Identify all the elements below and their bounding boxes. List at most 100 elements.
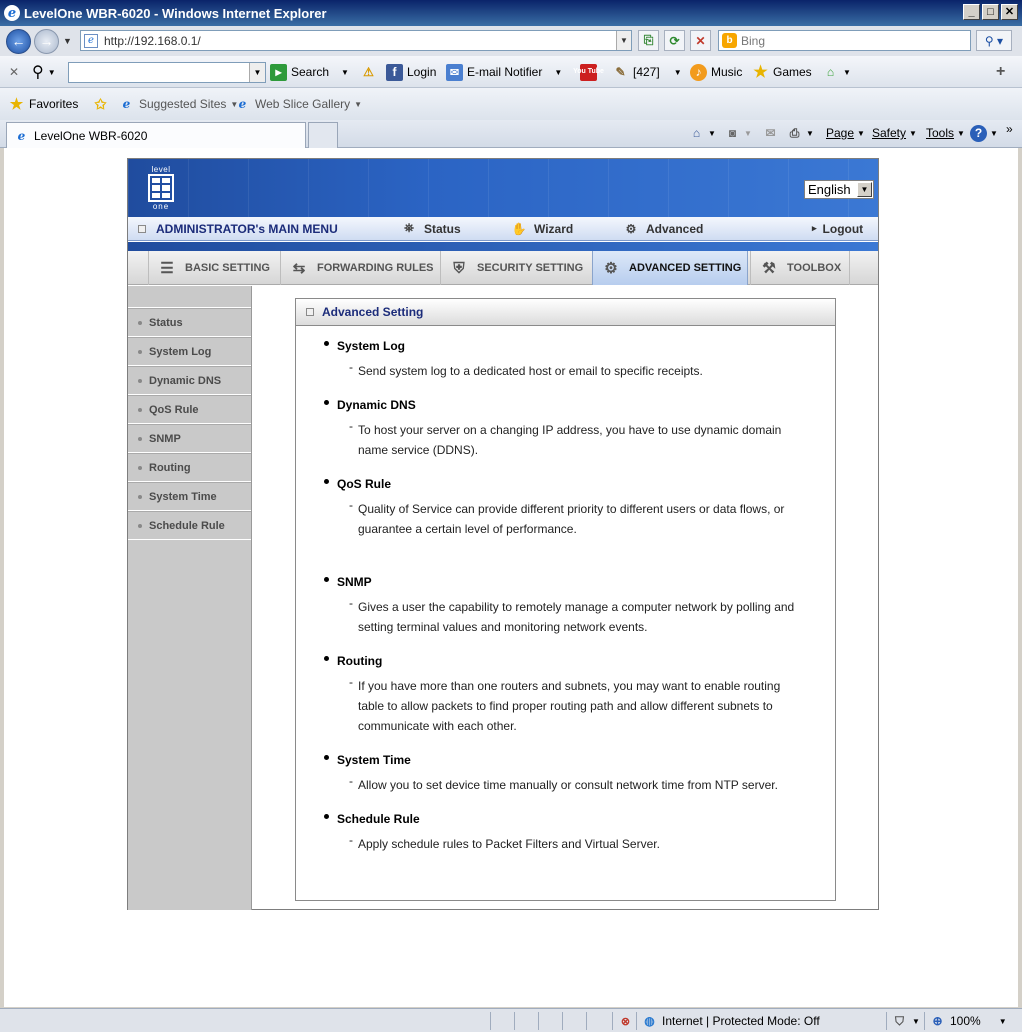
tab-toolbox[interactable]: ⚒ TOOLBOX bbox=[750, 251, 850, 285]
help-menu[interactable]: ? ▼ bbox=[970, 120, 998, 146]
search-input[interactable]: b Bing bbox=[718, 30, 971, 51]
feeds-button[interactable]: ◙ ▼ bbox=[724, 120, 752, 146]
tab-toolbox-label: TOOLBOX bbox=[787, 262, 842, 274]
toolbar-search-more-icon[interactable]: ▼ bbox=[341, 68, 349, 77]
status-cell bbox=[562, 1012, 586, 1030]
forward-button[interactable]: → bbox=[34, 28, 59, 54]
header-divider bbox=[128, 242, 878, 251]
messages-dropdown-icon[interactable]: ▼ bbox=[674, 68, 682, 77]
tab-forwarding-rules[interactable]: ⇆ FORWARDING RULES bbox=[280, 251, 438, 285]
facebook-login-button[interactable]: f Login bbox=[386, 56, 436, 88]
zoom-control[interactable]: ⊕ 100% ▼ bbox=[924, 1012, 1016, 1030]
zoom-dropdown-icon[interactable]: ▼ bbox=[999, 1017, 1007, 1026]
page-menu[interactable]: Page ▼ bbox=[826, 120, 865, 146]
web-slice-gallery-link[interactable]: e Web Slice Gallery ▼ bbox=[234, 88, 362, 120]
mail-icon: ✉ bbox=[446, 63, 463, 81]
add-toolbar-button[interactable]: + bbox=[996, 56, 1005, 88]
browser-tab-title: LevelOne WBR-6020 bbox=[34, 128, 148, 143]
advanced-link[interactable]: ⚙ Advanced bbox=[622, 221, 704, 237]
tools-menu[interactable]: Tools ▼ bbox=[926, 120, 965, 146]
levelone-logo: level one bbox=[144, 165, 178, 213]
email-dropdown-icon[interactable]: ▼ bbox=[554, 68, 562, 77]
toolbar-close-icon[interactable]: ✕ bbox=[9, 56, 19, 88]
toolbar-search-field[interactable]: ▼ bbox=[68, 62, 266, 83]
panel-square-icon bbox=[306, 308, 314, 316]
safety-menu[interactable]: Safety ▼ bbox=[872, 120, 917, 146]
toolbar-search-label: Search bbox=[291, 65, 330, 79]
bullet-icon bbox=[138, 349, 142, 354]
minimize-button[interactable]: _ bbox=[963, 4, 980, 20]
url-field[interactable]: e http://192.168.0.1/ ▼ bbox=[80, 30, 632, 51]
messages-button[interactable]: ✎ [427] ▼ bbox=[612, 56, 682, 88]
maximize-button[interactable]: □ bbox=[982, 4, 999, 20]
admin-menu-label: ADMINISTRATOR's MAIN MENU bbox=[156, 221, 338, 236]
suggested-sites-icon: e bbox=[122, 97, 131, 111]
toolbar-search-icon[interactable]: ⚲ ▼ bbox=[32, 56, 56, 88]
toolbar-search-button[interactable]: ▸ Search ▼ bbox=[270, 56, 349, 88]
language-select[interactable]: English ▼ bbox=[804, 180, 874, 199]
logo-one-text: one bbox=[152, 202, 170, 211]
music-button[interactable]: ♪ Music bbox=[690, 56, 742, 88]
sidebar-item-dynamic-dns[interactable]: Dynamic DNS bbox=[128, 366, 251, 395]
close-button[interactable]: ✕ bbox=[1001, 4, 1018, 20]
advanced-setting-icon: ⚙ bbox=[604, 260, 618, 277]
email-notifier-button[interactable]: ✉ E-mail Notifier ▼ bbox=[446, 56, 562, 88]
alert-button[interactable]: ⚠ bbox=[360, 56, 377, 88]
sidebar-item-status[interactable]: Status bbox=[128, 308, 251, 337]
url-dropdown-icon[interactable]: ▼ bbox=[616, 31, 631, 50]
sidebar-item-system-time[interactable]: System Time bbox=[128, 482, 251, 511]
sidebar-item-snmp[interactable]: SNMP bbox=[128, 424, 251, 453]
entry-snmp: SNMP - Gives a user the capability to rem… bbox=[324, 575, 814, 637]
web-slice-dropdown-icon[interactable]: ▼ bbox=[354, 100, 362, 109]
sidebar-item-schedule-rule[interactable]: Schedule Rule bbox=[128, 511, 251, 540]
sidebar-item-qos-rule[interactable]: QoS Rule bbox=[128, 395, 251, 424]
back-button[interactable]: ← bbox=[6, 28, 31, 54]
new-tab-button[interactable] bbox=[308, 122, 338, 148]
security-setting-icon: ⛨ bbox=[453, 259, 465, 277]
entry-title: Dynamic DNS bbox=[337, 398, 416, 412]
status-icon: ⛯ bbox=[404, 221, 414, 235]
search-go-button[interactable]: ⚲ ▾ bbox=[976, 30, 1012, 51]
history-dropdown-icon[interactable]: ▼ bbox=[63, 36, 72, 46]
sidebar-item-routing[interactable]: Routing bbox=[128, 453, 251, 482]
entry-line: Quality of Service can provide different… bbox=[358, 502, 785, 516]
status-link-label: Status bbox=[424, 221, 461, 236]
tab-basic-setting[interactable]: ☰ BASIC SETTING bbox=[148, 251, 278, 285]
youtube-button[interactable]: You Tube bbox=[573, 56, 604, 88]
stop-icon[interactable]: ✕ bbox=[690, 30, 711, 51]
compat-view-icon[interactable]: ⎘ bbox=[638, 30, 659, 51]
entry-line: To host your server on a changing IP add… bbox=[358, 423, 782, 437]
home-button[interactable]: ⌂ ▼ bbox=[688, 120, 716, 146]
status-link[interactable]: ⛯ Status bbox=[400, 221, 461, 237]
tab-security-setting[interactable]: ⛨ SECURITY SETTING bbox=[440, 251, 590, 285]
read-mail-button[interactable]: ✉ bbox=[762, 120, 779, 146]
bullet-icon bbox=[138, 436, 142, 441]
refresh-icon[interactable]: ⟳ bbox=[664, 30, 685, 51]
sidebar-item-system-log[interactable]: System Log bbox=[128, 337, 251, 366]
browser-tab-active[interactable]: e LevelOne WBR-6020 bbox=[6, 122, 306, 148]
tab-advanced-setting[interactable]: ⚙ ADVANCED SETTING bbox=[592, 251, 748, 285]
favorites-button[interactable]: ★ Favorites bbox=[8, 88, 79, 120]
games-button[interactable]: ★ Games bbox=[752, 56, 811, 88]
url-text: http://192.168.0.1/ bbox=[104, 33, 201, 48]
addon-toolbar: ✕ ⚲ ▼ ▼ ▸ Search ▼ ⚠ f Login ✉ E-mail Not… bbox=[0, 56, 1022, 88]
security-zone[interactable]: ◍ Internet | Protected Mode: Off bbox=[636, 1012, 886, 1030]
toolbar-search-dropdown-icon[interactable]: ▼ bbox=[249, 63, 265, 82]
bullet-icon bbox=[324, 478, 329, 484]
extras-button[interactable]: ⌂ ▼ bbox=[822, 56, 851, 88]
logout-link[interactable]: ▸ Logout bbox=[812, 222, 863, 236]
add-favorite-button[interactable]: ✩ bbox=[92, 88, 109, 120]
chevron-more-icon[interactable]: » bbox=[1006, 116, 1013, 142]
wizard-link[interactable]: ✋ Wizard bbox=[510, 221, 574, 237]
language-dropdown-icon[interactable]: ▼ bbox=[857, 182, 872, 197]
suggested-sites-link[interactable]: e Suggested Sites ▼ bbox=[118, 88, 239, 120]
sidebar-item-label: Dynamic DNS bbox=[149, 374, 222, 387]
popup-blocked-cell[interactable]: ⊗ bbox=[612, 1012, 636, 1030]
search-placeholder: Bing bbox=[741, 33, 766, 48]
entry-line: Send system log to a dedicated host or e… bbox=[358, 364, 703, 378]
bullet-icon bbox=[138, 407, 142, 412]
print-button[interactable]: ⎙ ▼ bbox=[786, 120, 814, 146]
advanced-setting-panel: Advanced Setting System Log - Send system… bbox=[295, 298, 836, 901]
protected-mode-button[interactable]: ⛉ ▼ bbox=[886, 1012, 924, 1030]
sidebar-item-label: Status bbox=[149, 316, 183, 329]
